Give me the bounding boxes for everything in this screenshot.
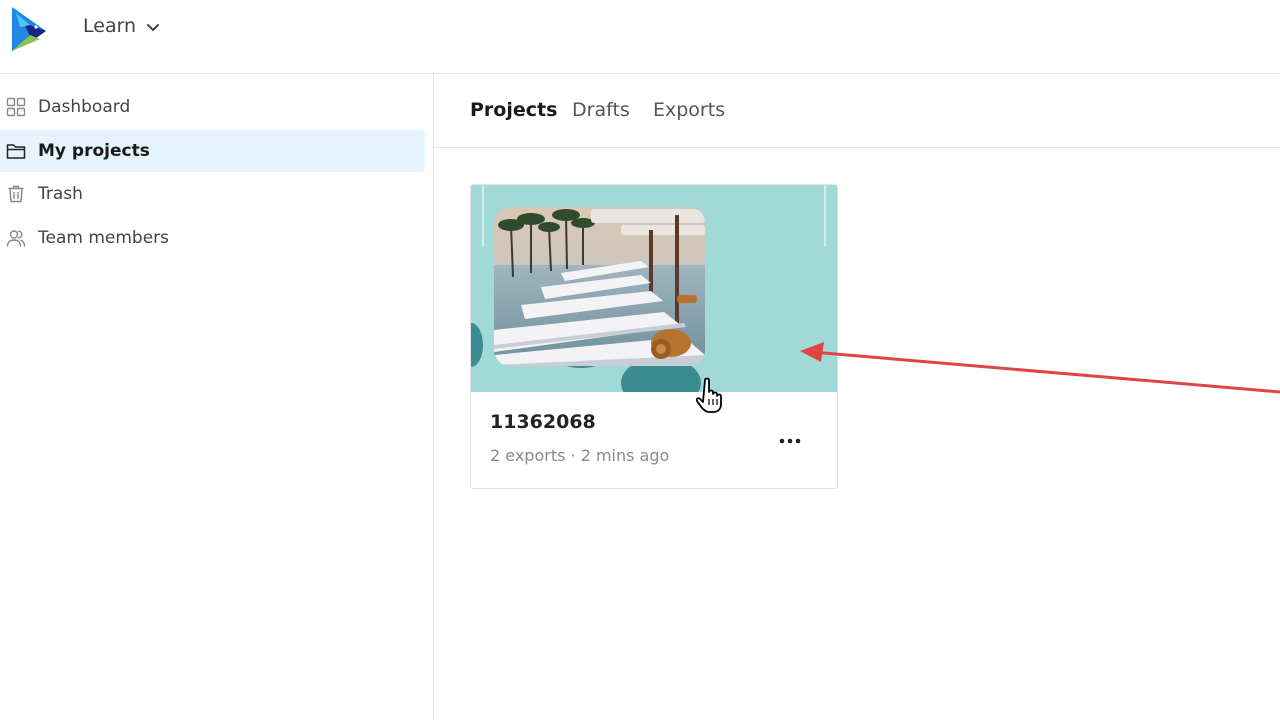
project-title[interactable]: 11362068: [490, 411, 596, 433]
users-icon: [5, 227, 27, 249]
workspace-switcher[interactable]: Learn: [83, 15, 160, 37]
top-bar: Learn: [0, 0, 1280, 74]
resort-pool-photo: [471, 185, 837, 392]
sidebar-item-label: Dashboard: [38, 97, 131, 117]
chevron-down-icon: [147, 23, 160, 31]
project-thumbnail[interactable]: [471, 185, 837, 392]
app-logo-icon[interactable]: [10, 5, 50, 53]
tab-projects[interactable]: Projects: [470, 99, 557, 121]
folder-icon: [5, 140, 27, 162]
trash-icon: [5, 183, 27, 205]
tab-drafts[interactable]: Drafts: [572, 99, 630, 121]
workspace-label: Learn: [83, 15, 137, 37]
more-options-button[interactable]: [773, 429, 807, 453]
sidebar-item-team-members[interactable]: Team members: [0, 217, 425, 259]
sidebar-item-dashboard[interactable]: Dashboard: [0, 86, 425, 128]
sidebar-item-label: Team members: [38, 228, 170, 248]
more-horizontal-icon: [779, 438, 801, 444]
content-tabs: Projects Drafts Exports: [434, 74, 1280, 148]
sidebar-item-my-projects[interactable]: My projects: [0, 130, 425, 172]
sidebar: Dashboard My projects Trash Team members: [0, 74, 434, 720]
sidebar-item-label: Trash: [38, 184, 83, 204]
sidebar-item-trash[interactable]: Trash: [0, 173, 425, 215]
tab-exports[interactable]: Exports: [653, 99, 725, 121]
project-meta: 2 exports · 2 mins ago: [490, 446, 670, 465]
grid-icon: [5, 96, 27, 118]
project-card[interactable]: 11362068 2 exports · 2 mins ago: [470, 184, 838, 489]
annotation-arrow-icon: [800, 342, 1280, 394]
sidebar-item-label: My projects: [38, 141, 150, 161]
